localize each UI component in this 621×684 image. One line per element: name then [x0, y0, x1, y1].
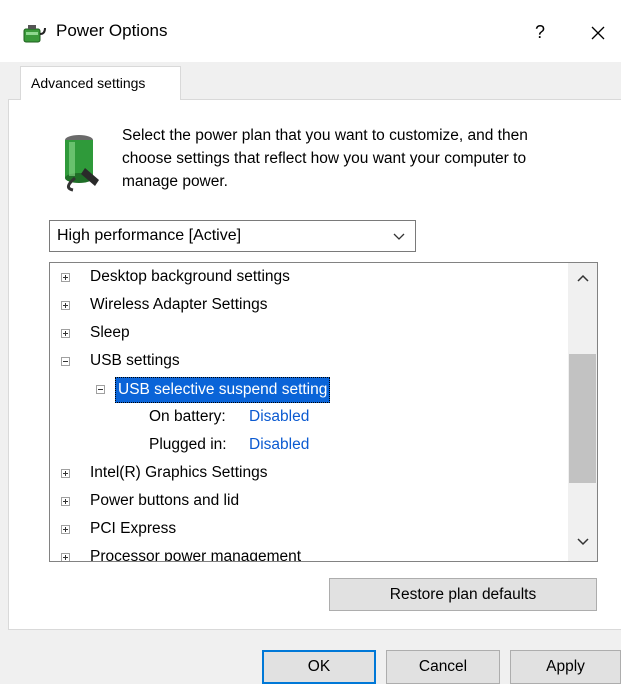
tree-item-label: Intel(R) Graphics Settings: [90, 464, 268, 481]
tree-item-label-selected: USB selective suspend setting: [115, 377, 331, 403]
power-plan-value: High performance [Active]: [57, 227, 242, 244]
power-plan-dropdown[interactable]: High performance [Active]: [49, 220, 416, 252]
apply-button[interactable]: Apply: [510, 650, 621, 684]
expand-icon[interactable]: [61, 525, 70, 534]
tree-item-label: Desktop background settings: [90, 268, 290, 285]
tree-item-label: Sleep: [90, 324, 130, 341]
tree-item-plugged-in[interactable]: Plugged in: Disabled: [50, 433, 569, 459]
instructions-text: Select the power plan that you want to c…: [122, 127, 528, 190]
restore-plan-defaults-button[interactable]: Restore plan defaults: [329, 578, 597, 611]
power-options-icon: [23, 25, 46, 43]
chevron-down-icon: [393, 233, 405, 240]
ok-button[interactable]: OK: [262, 650, 376, 684]
expand-icon[interactable]: [61, 469, 70, 478]
expand-icon[interactable]: [61, 329, 70, 338]
collapse-icon[interactable]: [61, 357, 70, 366]
setting-label: On battery:: [149, 408, 226, 425]
tree-item-usb-selective-suspend[interactable]: USB selective suspend setting: [50, 377, 569, 403]
help-button[interactable]: ?: [520, 14, 560, 50]
scroll-down-icon[interactable]: [576, 537, 590, 547]
tree-item-desktop-background[interactable]: Desktop background settings: [50, 265, 569, 291]
tree-item-wireless-adapter[interactable]: Wireless Adapter Settings: [50, 293, 569, 319]
tree-item-label: Power buttons and lid: [90, 492, 240, 509]
setting-label: Plugged in:: [149, 436, 227, 453]
tree-item-label: PCI Express: [90, 520, 177, 537]
tab-label: Advanced settings: [31, 75, 146, 91]
scrollbar-thumb[interactable]: [569, 354, 596, 483]
tree-item-label: Processor power management: [90, 548, 302, 562]
tree-item-sleep[interactable]: Sleep: [50, 321, 569, 347]
tree-scrollbar[interactable]: [568, 263, 597, 561]
battery-plug-icon: [65, 135, 99, 192]
on-battery-value-link[interactable]: Disabled: [249, 405, 309, 429]
expand-icon[interactable]: [61, 273, 70, 282]
tree-item-label: Wireless Adapter Settings: [90, 296, 268, 313]
tree-item-on-battery[interactable]: On battery: Disabled: [50, 405, 569, 431]
tree-item-intel-graphics[interactable]: Intel(R) Graphics Settings: [50, 461, 569, 487]
tree-item-usb-settings[interactable]: USB settings: [50, 349, 569, 375]
tree-item-processor-power[interactable]: Processor power management: [50, 545, 569, 562]
close-button[interactable]: [576, 14, 620, 50]
tree-item-pci-express[interactable]: PCI Express: [50, 517, 569, 543]
scroll-up-icon[interactable]: [576, 273, 590, 283]
expand-icon[interactable]: [61, 497, 70, 506]
settings-tree-rows: Desktop background settings Wireless Ada…: [50, 263, 569, 562]
tab-advanced-settings[interactable]: Advanced settings: [20, 66, 181, 100]
title-bar: Power Options ?: [0, 0, 621, 62]
collapse-icon[interactable]: [96, 385, 105, 394]
plugged-in-value-link[interactable]: Disabled: [249, 433, 309, 457]
expand-icon[interactable]: [61, 553, 70, 561]
window-title: Power Options: [56, 21, 168, 40]
expand-icon[interactable]: [61, 301, 70, 310]
cancel-button[interactable]: Cancel: [386, 650, 500, 684]
settings-tree[interactable]: Desktop background settings Wireless Ada…: [49, 262, 598, 562]
tree-item-label: USB settings: [90, 352, 180, 369]
tree-item-power-buttons-lid[interactable]: Power buttons and lid: [50, 489, 569, 515]
close-icon: [591, 26, 605, 40]
